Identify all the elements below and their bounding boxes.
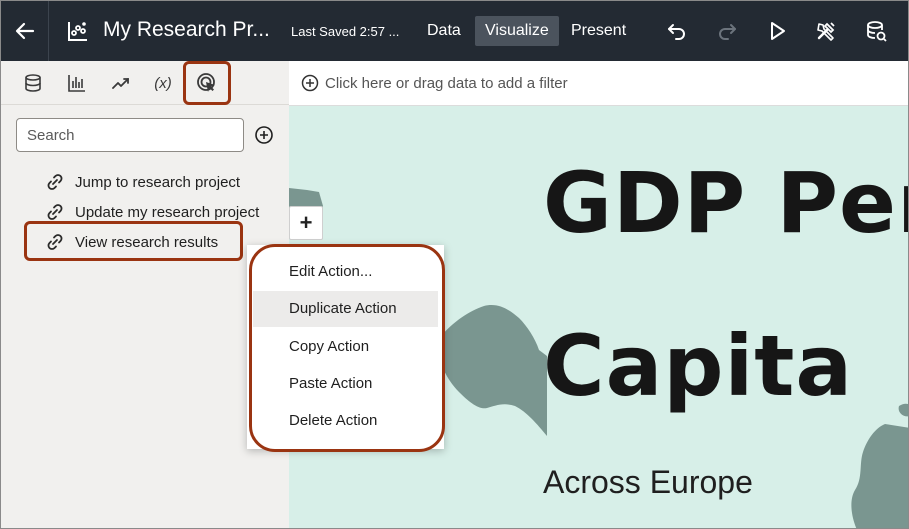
project-chart-icon <box>68 22 87 41</box>
tab-calculations[interactable]: (x) <box>150 70 176 96</box>
action-item-label: Update my research project <box>75 203 260 221</box>
link-icon <box>45 202 65 222</box>
database-icon <box>25 74 41 92</box>
tab-analytics[interactable] <box>108 70 134 96</box>
bar-chart-icon <box>68 75 85 92</box>
tab-visualize[interactable]: Visualize <box>475 16 559 46</box>
undo-icon <box>668 24 685 40</box>
link-icon <box>45 172 65 192</box>
preview-play-button[interactable] <box>765 19 789 43</box>
viz-title-line1: GDP Per <box>543 154 909 252</box>
tab-data[interactable]: Data <box>417 16 471 46</box>
tools-icon <box>817 22 835 41</box>
top-bar: My Research Pr... Last Saved 2:57 ... Da… <box>1 1 908 61</box>
app-window: My Research Pr... Last Saved 2:57 ... Da… <box>0 0 909 529</box>
trend-line-icon <box>112 78 129 89</box>
left-panel: (x) Jump to research project <box>1 61 289 528</box>
filter-bar[interactable]: Click here or drag data to add a filter <box>289 61 908 106</box>
viz-subtitle: Across Europe <box>543 464 753 500</box>
menu-callout-highlight <box>249 244 445 452</box>
tab-present[interactable]: Present <box>561 16 636 46</box>
plus-circle-icon <box>301 74 319 92</box>
back-button[interactable] <box>1 1 49 61</box>
filter-placeholder: Click here or drag data to add a filter <box>325 75 568 92</box>
data-refresh-icon <box>867 21 887 42</box>
redo-icon <box>719 24 736 40</box>
action-item-jump[interactable]: Jump to research project <box>45 169 240 195</box>
play-icon <box>771 22 785 40</box>
zoom-in-button[interactable]: + <box>289 206 323 240</box>
action-item-label: Jump to research project <box>75 173 241 191</box>
undo-button[interactable] <box>665 19 689 43</box>
tab-data-elements[interactable] <box>20 70 46 96</box>
back-arrow-icon <box>15 22 34 40</box>
project-title[interactable]: My Research Pr... <box>103 18 270 42</box>
viz-title-line2: Capita <box>543 317 854 415</box>
panel-tab-strip: (x) <box>1 61 289 105</box>
data-refresh-button[interactable] <box>864 19 888 43</box>
calculation-icon: (x) <box>154 74 172 92</box>
tab-visualizations[interactable] <box>64 70 90 96</box>
search-input[interactable] <box>16 118 244 152</box>
redo-button[interactable] <box>715 19 739 43</box>
last-saved-status: Last Saved 2:57 ... <box>291 24 400 39</box>
plus-circle-icon <box>255 126 273 144</box>
add-action-button[interactable] <box>254 125 274 145</box>
tab-callout-highlight <box>183 61 231 105</box>
action-callout-highlight <box>24 221 243 261</box>
tools-button[interactable] <box>814 19 838 43</box>
